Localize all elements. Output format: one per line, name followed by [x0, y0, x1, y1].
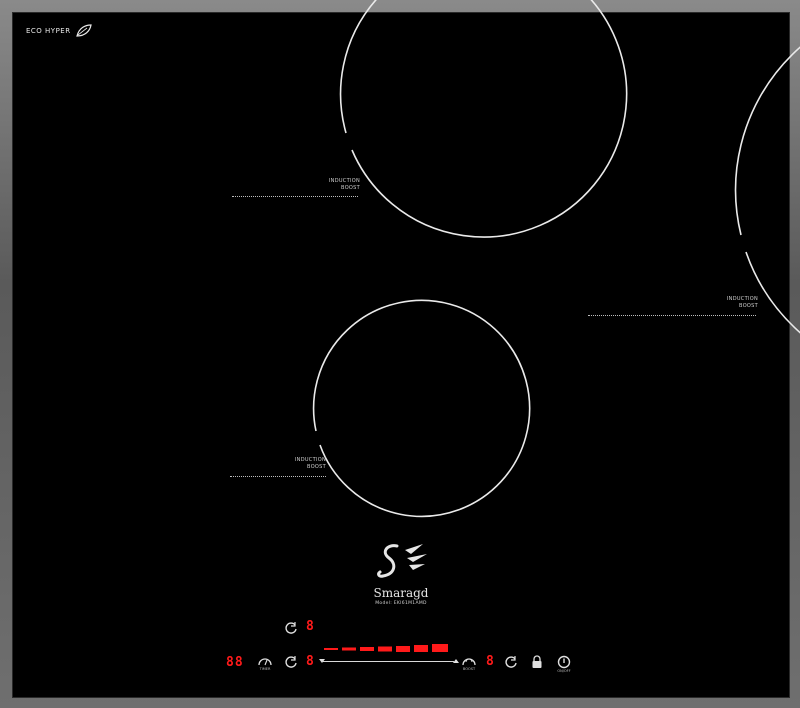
zone-ring-top-left — [339, 0, 628, 238]
logo-name: Smaragd — [373, 586, 429, 600]
boost-icon[interactable] — [462, 656, 476, 666]
timer-icon[interactable] — [258, 656, 272, 666]
lock-icon[interactable] — [531, 655, 543, 669]
logo-model: Model: EKI61M1AMD — [375, 601, 427, 606]
zone-ring-bottom-left — [312, 299, 531, 518]
power-slider[interactable] — [322, 661, 454, 662]
timer-sub-label: TIMER — [259, 667, 271, 671]
smaragd-logo-icon — [377, 544, 427, 578]
power-icon[interactable] — [557, 655, 571, 669]
zone-right-display: 8 — [486, 654, 495, 669]
timer-display: 88 — [226, 655, 244, 670]
zone-dotted-bottom-left — [230, 476, 326, 477]
boost-sub-label: BOOST — [462, 667, 476, 671]
zone-label-bottom-left: INDUCTION BOOST — [294, 457, 326, 470]
zone-top-display: 8 — [306, 619, 315, 634]
zone-dotted-right — [588, 315, 756, 316]
zone-ring-right — [734, 46, 800, 334]
power-sub-label: ON/OFF — [557, 669, 571, 673]
zone-label-top-left: INDUCTION BOOST — [328, 178, 360, 191]
zone-left-display: 8 — [306, 654, 315, 669]
zone-label-right: INDUCTION BOOST — [726, 296, 758, 309]
zone-select-left-icon[interactable] — [284, 655, 298, 669]
slider-up-icon[interactable] — [452, 656, 460, 666]
zone-select-right-icon[interactable] — [504, 655, 518, 669]
logo: Smaragd Model: EKI61M1AMD — [356, 540, 446, 606]
zone-dotted-top-left — [232, 196, 358, 197]
zone-select-top-icon[interactable] — [284, 621, 298, 635]
power-level-bars — [324, 644, 448, 652]
